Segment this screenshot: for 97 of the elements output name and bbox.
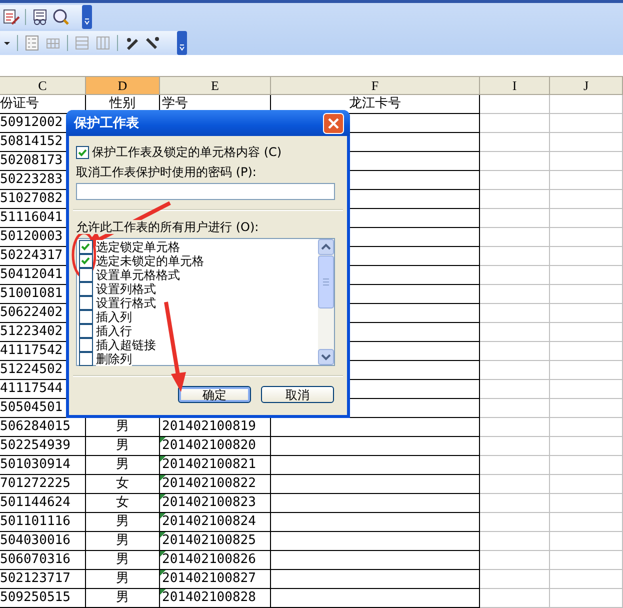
- document-icon[interactable]: [31, 8, 49, 26]
- checkbox[interactable]: [76, 146, 89, 158]
- table-cell: [480, 494, 550, 513]
- table-cell: [480, 589, 550, 608]
- table-cell: 男: [86, 570, 160, 589]
- table-cell: 男: [86, 532, 160, 551]
- table-cell: [480, 171, 550, 190]
- document-icon[interactable]: [2, 8, 20, 26]
- dialog-button[interactable]: 取消: [261, 386, 334, 403]
- checkbox[interactable]: [79, 296, 93, 310]
- table-cell: [480, 133, 550, 152]
- table-cell: 男: [86, 513, 160, 532]
- table-cell: [480, 399, 550, 418]
- list-item[interactable]: 设置行格式: [96, 296, 156, 310]
- table-cell: [480, 532, 550, 551]
- annotation-circle: [72, 232, 96, 278]
- checkmark-icon: [77, 146, 88, 158]
- table-cell: [480, 209, 550, 228]
- table-cell: [480, 247, 550, 266]
- checkbox[interactable]: [79, 324, 93, 338]
- table-cell: [480, 95, 550, 114]
- password-field[interactable]: [76, 183, 335, 200]
- table-cell: [480, 475, 550, 494]
- table-cell: [480, 437, 550, 456]
- checkbox[interactable]: [79, 352, 93, 366]
- list-item[interactable]: 删除列: [96, 352, 132, 366]
- table-cell: 201402100820: [160, 437, 271, 456]
- column-header[interactable]: I: [480, 77, 550, 94]
- column-header[interactable]: E: [160, 77, 271, 94]
- table-cell: 男: [86, 437, 160, 456]
- table-cell: 201402100828: [160, 589, 271, 608]
- table-cell: [480, 323, 550, 342]
- table-cell: [480, 285, 550, 304]
- dialog-button[interactable]: 确定: [178, 386, 251, 403]
- table-cell: 201402100821: [160, 456, 271, 475]
- table-cell: 201402100825: [160, 532, 271, 551]
- permissions-label: 允许此工作表的所有用户进行 (O):: [76, 220, 259, 234]
- table-cell: 女: [86, 475, 160, 494]
- pen-icon[interactable]: [144, 34, 162, 52]
- table-cell: [480, 152, 550, 171]
- list-icon[interactable]: [23, 34, 41, 52]
- checkmark-icon: [80, 255, 91, 266]
- password-label: 取消工作表保护时使用的密码 (P):: [76, 165, 256, 179]
- list-item[interactable]: 选定未锁定的单元格: [96, 254, 204, 268]
- table-cell: 男: [86, 589, 160, 608]
- table-cell: 201402100824: [160, 513, 271, 532]
- table-cell: 201402100822: [160, 475, 271, 494]
- table-cell: [480, 380, 550, 399]
- table-cell: [480, 304, 550, 323]
- list-item[interactable]: 设置单元格格式: [96, 268, 180, 282]
- table-cell: 男: [86, 456, 160, 475]
- table-cell: [480, 342, 550, 361]
- table-cell: [480, 456, 550, 475]
- checkbox[interactable]: [79, 282, 93, 296]
- table-cell: [480, 228, 550, 247]
- column-header[interactable]: F: [271, 77, 480, 94]
- table-cell: 509250515: [0, 589, 86, 608]
- table-cell: [480, 266, 550, 285]
- magnifier-icon[interactable]: [52, 8, 70, 26]
- table-cell: 506070316: [0, 551, 86, 570]
- table-cell: [480, 570, 550, 589]
- list-item[interactable]: 插入超链接: [96, 338, 156, 352]
- table-cell: [480, 418, 550, 437]
- checkbox[interactable]: [79, 254, 93, 268]
- close-icon[interactable]: [323, 112, 344, 134]
- toolbar-options-icon[interactable]: [82, 5, 92, 29]
- list-item[interactable]: 插入列: [96, 310, 132, 324]
- table-cell: 501101116: [0, 513, 86, 532]
- table-cell: 701272225: [0, 475, 86, 494]
- list-item[interactable]: 选定锁定单元格: [96, 240, 180, 254]
- scrollbar[interactable]: [318, 239, 334, 365]
- table-cell: [480, 114, 550, 133]
- table-cell: 501030914: [0, 456, 86, 475]
- table-cell: [480, 361, 550, 380]
- checkbox[interactable]: [79, 268, 93, 282]
- checkbox[interactable]: [79, 310, 93, 324]
- table-cell: 201402100827: [160, 570, 271, 589]
- table-cell: 504030016: [0, 532, 86, 551]
- toolbar-options-icon[interactable]: [177, 31, 187, 55]
- table-cell: 男: [86, 551, 160, 570]
- column-header[interactable]: D: [86, 77, 160, 94]
- table-cell: 201402100826: [160, 551, 271, 570]
- table-cell: 502254939: [0, 437, 86, 456]
- checkbox-label: 保护工作表及锁定的单元格内容 (C): [92, 144, 282, 160]
- column-header[interactable]: J: [550, 77, 623, 94]
- checkmark-icon: [80, 241, 91, 252]
- checkbox[interactable]: [79, 240, 93, 254]
- table-cell: [480, 551, 550, 570]
- table-cell: 501144624: [0, 494, 86, 513]
- table-cell: 女: [86, 494, 160, 513]
- list-item[interactable]: 插入行: [96, 324, 132, 338]
- table-cell: [480, 190, 550, 209]
- list-item[interactable]: 设置列格式: [96, 282, 156, 296]
- table-cell: 502123717: [0, 570, 86, 589]
- checkbox[interactable]: [79, 338, 93, 352]
- table-cell: 201402100823: [160, 494, 271, 513]
- table-cell: [480, 513, 550, 532]
